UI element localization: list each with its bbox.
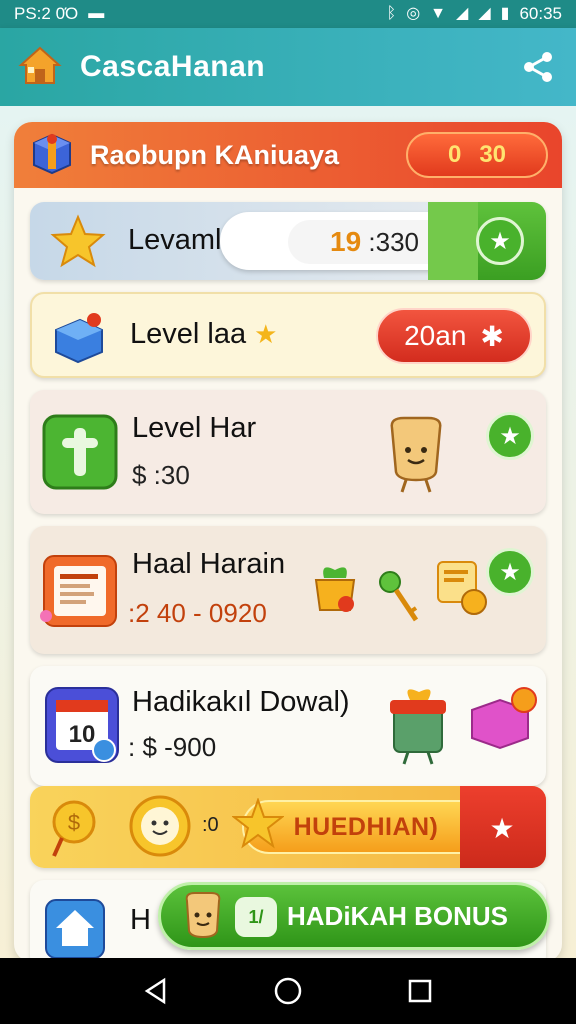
gift-box-icon <box>50 308 108 371</box>
pink-gift-icon <box>466 686 540 757</box>
calendar-icon: 10 <box>42 684 122 773</box>
green-tile-icon <box>42 414 118 495</box>
system-nav-bar <box>0 958 576 1024</box>
flag-icon: ▬ <box>88 5 105 22</box>
bonus-label: HADiKAH BONUS <box>287 900 508 931</box>
house-tile-icon <box>44 898 106 962</box>
star-badge-icon <box>50 214 106 275</box>
row-title: Haal Harain <box>132 548 286 580</box>
row-value: : $ -900 <box>128 732 217 762</box>
app-title: CascaHanan <box>80 50 266 83</box>
row-title: Level Har <box>132 412 257 444</box>
wifi-icon: ▼ <box>430 5 447 22</box>
timer-value: 19 :330 <box>330 226 419 257</box>
toast-character-icon <box>181 891 225 952</box>
bluetooth-icon: ᛒ <box>386 5 397 22</box>
alarm-icon: ◎ <box>406 5 421 22</box>
list-item[interactable]: Level Har $ :30 ★ <box>30 390 546 514</box>
row-title: Level laa ★ <box>130 318 278 350</box>
toast-character-icon <box>384 414 448 499</box>
home-icon[interactable] <box>18 45 62 90</box>
status-left-text: PS:2 0Ό <box>14 4 79 23</box>
coin-balance[interactable]: 0 30 <box>406 132 548 178</box>
bonus-badge-icon: 1/ <box>235 897 277 937</box>
document-icon <box>38 548 122 637</box>
promo-text: HUEDHIAN) <box>293 812 439 841</box>
star-button[interactable]: ★ <box>476 217 524 265</box>
list-item[interactable]: Level laa ★ 20an ✱ <box>30 292 546 378</box>
row-value: $ :30 <box>132 460 190 490</box>
row-value: :0 <box>202 814 219 836</box>
coin-value: 30 <box>479 141 507 168</box>
gift-cube-icon <box>28 129 76 182</box>
pill-text: 20an <box>404 320 467 351</box>
row-value: :2 40 - 0920 <box>128 598 267 628</box>
signal-icon: ◢ <box>478 5 491 22</box>
status-bar: PS:2 0Ό ▬ ᛒ ◎ ▼ ◢ ◢ ▮ 60:35 <box>0 0 576 28</box>
star-button[interactable]: ★ <box>486 412 534 460</box>
key-icon <box>376 568 424 631</box>
status-time: 60:35 <box>519 4 562 23</box>
smiley-coin-icon <box>128 794 192 863</box>
coin-icon: 0 <box>447 141 462 168</box>
svg-text:$: $ <box>68 810 80 835</box>
list-item[interactable]: Levamlan 19 :330 ★ <box>30 202 546 280</box>
big-star-icon <box>231 796 285 855</box>
gift-pot-icon <box>310 554 360 623</box>
card-header: Raobupn KAniuaya 0 30 <box>14 122 562 188</box>
home-circle-icon[interactable] <box>268 971 308 1011</box>
list-item[interactable]: $ :0 HUEDHIAN) ★ <box>30 786 546 868</box>
list-item[interactable]: Haal Harain :2 40 - 0920 ★ <box>30 526 546 654</box>
signal-icon: ◢ <box>456 5 469 22</box>
note-icon <box>434 556 490 623</box>
app-bar: CascaHanan <box>0 28 576 106</box>
share-icon[interactable] <box>518 47 558 87</box>
card-title: Raobupn KAniuaya <box>90 139 340 170</box>
gift-robot-icon <box>386 682 452 771</box>
svg-text:10: 10 <box>69 721 96 748</box>
star-button[interactable]: ★ <box>478 804 526 852</box>
back-icon[interactable] <box>136 971 176 1011</box>
main-card: Raobupn KAniuaya 0 30 Levamlan 19 :330 ★… <box>14 122 562 962</box>
medal-icon: $ <box>48 794 104 863</box>
star-button[interactable]: ★ <box>486 548 534 596</box>
star-icon: ★ <box>254 319 278 349</box>
recents-icon[interactable] <box>400 971 440 1011</box>
battery-icon: ▮ <box>500 5 510 22</box>
claim-button[interactable]: 20an ✱ <box>376 308 532 364</box>
bonus-button[interactable]: 1/ HADiKAH BONUS <box>158 882 550 950</box>
sparkle-icon: ✱ <box>480 320 504 352</box>
row-title: H <box>130 904 151 936</box>
list-item[interactable]: 10 Hadikakıl Dowal) : $ -900 <box>30 666 546 786</box>
row-title: Hadikakıl Dowal) <box>132 686 350 718</box>
